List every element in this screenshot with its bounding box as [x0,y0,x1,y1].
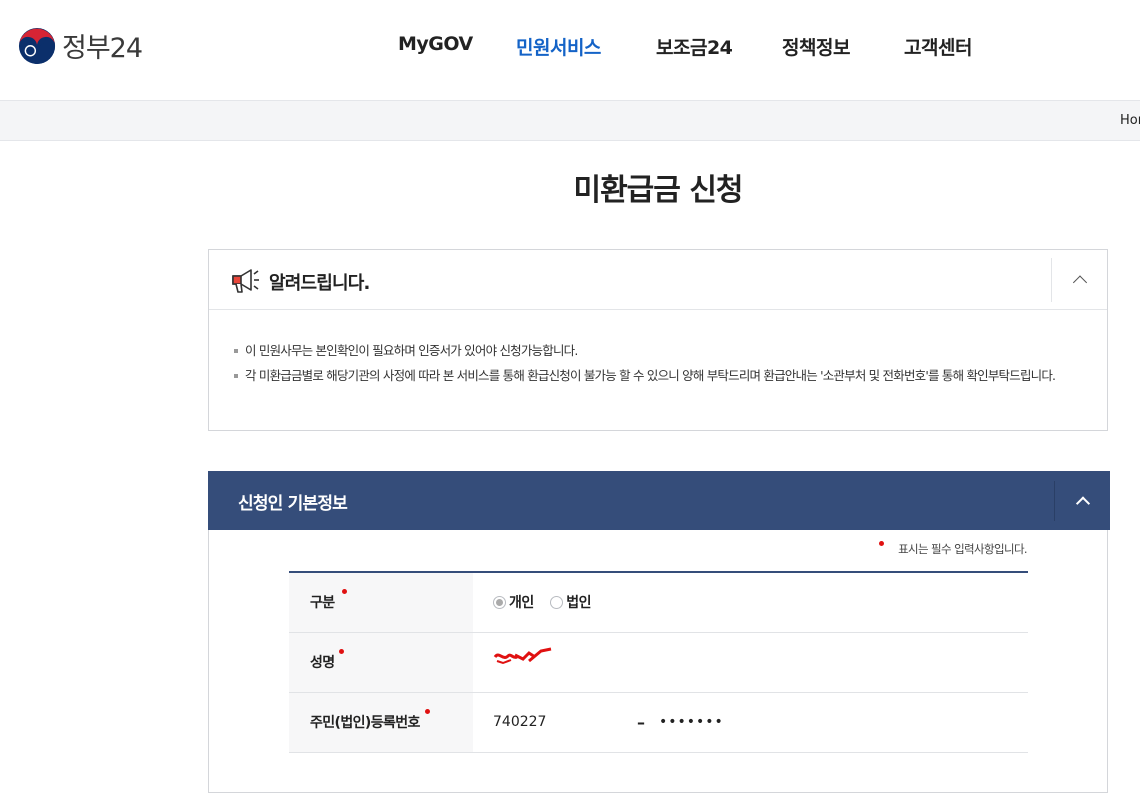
notice-panel: 알려드립니다. 이 민원사무는 본인확인이 필요하며 인증서가 있어야 신청가능… [208,249,1108,431]
nav-subsidy24[interactable]: 보조금24 [656,33,733,60]
rrn-label: 주민(법인)등록번호 [310,715,420,731]
chevron-up-icon [1075,496,1090,511]
breadcrumb-home[interactable]: Home [1120,113,1140,128]
radio-corporation[interactable]: 법인 [550,592,591,612]
radio-label: 법인 [566,595,591,611]
required-dot [425,708,430,714]
radio-individual[interactable]: 개인 [493,592,534,612]
radio-unchecked-icon [550,595,564,609]
rrn-front-value: 740227 [493,714,547,730]
rrn-dash: – [637,712,645,732]
notice-item: 각 미환급금별로 해당기관의 사정에 따라 본 서비스를 통해 환급신청이 불가… [234,365,1083,387]
rrn-value-cell: 740227 – ••••••• [473,692,1028,752]
type-label: 구분 [310,595,335,612]
required-dot [879,541,884,546]
type-value-cell: 개인 법인 [473,572,1028,632]
chevron-up-icon [1072,275,1087,290]
notice-list: 이 민원사무는 본인확인이 필요하며 인증서가 있어야 신청가능합니다. 각 미… [209,310,1107,387]
megaphone-icon [232,269,259,293]
name-value-cell [473,632,1028,692]
nav-mygov[interactable]: MyGOV [398,33,473,55]
required-dot [339,648,344,654]
row-label-cell: 성명 [289,632,473,692]
applicant-info-section: 신청인 기본정보 표시는 필수 입력사항입니다. 구분 개인 법인 성명 주민(… [208,471,1110,793]
radio-checked-icon [493,595,506,609]
nav-policy-info[interactable]: 정책정보 [782,33,850,60]
row-label-cell: 주민(법인)등록번호 [289,692,473,752]
section-header: 신청인 기본정보 [208,471,1110,530]
main-nav: MyGOV 민원서비스 보조금24 정책정보 고객센터 [0,33,1140,61]
notice-item: 이 민원사무는 본인확인이 필요하며 인증서가 있어야 신청가능합니다. [234,340,1083,362]
required-dot [342,589,347,594]
name-label: 성명 [310,655,335,671]
notice-header: 알려드립니다. [209,250,1107,310]
applicant-form-table: 구분 개인 법인 성명 주민(법인)등록번호 740227 – ••••••• [289,571,1028,753]
page-title-wrap: 미환급금 신청 [0,165,1140,209]
page-title: 미환급금 신청 [573,173,743,208]
rrn-back-masked: ••••••• [659,714,724,730]
notice-collapse-button[interactable] [1051,258,1107,302]
section-collapse-button[interactable] [1054,481,1110,521]
table-row: 성명 [289,632,1028,692]
row-label-cell: 구분 [289,572,473,632]
nav-civil-service[interactable]: 민원서비스 [516,33,601,60]
location-bar: Home [0,100,1140,141]
rrn-field: 740227 – ••••••• [493,713,1028,732]
masked-name-redaction [493,647,552,665]
site-header: 정부24 MyGOV 민원서비스 보조금24 정책정보 고객센터 [0,0,1140,100]
radio-label: 개인 [509,595,534,611]
required-note: 표시는 필수 입력사항입니다. [898,542,1028,556]
table-row: 구분 개인 법인 [289,572,1028,632]
section-title: 신청인 기본정보 [238,494,348,514]
table-row: 주민(법인)등록번호 740227 – ••••••• [289,692,1028,752]
notice-title: 알려드립니다. [269,273,370,294]
nav-customer-center[interactable]: 고객센터 [904,33,972,60]
